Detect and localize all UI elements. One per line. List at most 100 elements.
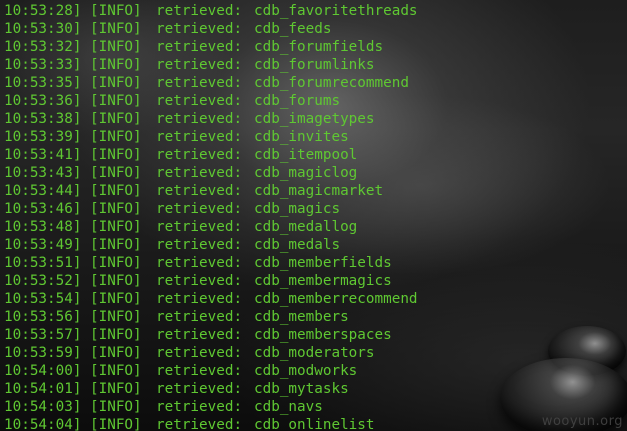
log-level: [INFO] — [90, 111, 142, 127]
log-level: [INFO] — [90, 381, 142, 397]
log-line: 10:54:01] [INFO] retrieved: cdb_mytasks — [4, 380, 418, 398]
log-timestamp: 10:53:30] — [4, 21, 82, 37]
log-line: 10:53:28] [INFO] retrieved: cdb_favoritethr… — [4, 2, 418, 20]
log-table-name: cdb_members — [254, 309, 349, 325]
log-level: [INFO] — [90, 417, 142, 431]
log-timestamp: 10:53:43] — [4, 165, 82, 181]
log-timestamp: 10:53:57] — [4, 327, 82, 343]
log-line: 10:53:41] [INFO] retrieved: cdb_itempool — [4, 146, 418, 164]
log-line: 10:53:52] [INFO] retrieved: cdb_membermagic… — [4, 272, 418, 290]
log-line: 10:54:03] [INFO] retrieved: cdb_navs — [4, 398, 418, 416]
log-verb: retrieved: — [156, 291, 243, 307]
log-verb: retrieved: — [156, 309, 243, 325]
log-table-name: cdb_magics — [254, 201, 341, 217]
log-timestamp: 10:53:36] — [4, 93, 82, 109]
log-timestamp: 10:53:41] — [4, 147, 82, 163]
log-line: 10:54:04] [INFO] retrieved: cdb_onlinelist — [4, 416, 418, 431]
log-table-name: cdb_magicmarket — [254, 183, 384, 199]
log-line: 10:53:44] [INFO] retrieved: cdb_magicmarket — [4, 182, 418, 200]
log-table-name: cdb_mytasks — [254, 381, 349, 397]
log-line: 10:53:51] [INFO] retrieved: cdb_memberfield… — [4, 254, 418, 272]
log-verb: retrieved: — [156, 183, 243, 199]
log-timestamp: 10:53:59] — [4, 345, 82, 361]
log-verb: retrieved: — [156, 219, 243, 235]
log-line: 10:53:38] [INFO] retrieved: cdb_imagetypes — [4, 110, 418, 128]
log-verb: retrieved: — [156, 111, 243, 127]
log-timestamp: 10:53:46] — [4, 201, 82, 217]
log-timestamp: 10:53:52] — [4, 273, 82, 289]
log-level: [INFO] — [90, 291, 142, 307]
log-table-name: cdb_itempool — [254, 147, 358, 163]
log-table-name: cdb_forumrecommend — [254, 75, 409, 91]
log-level: [INFO] — [90, 399, 142, 415]
log-line: 10:53:32] [INFO] retrieved: cdb_forumfields — [4, 38, 418, 56]
log-line: 10:53:43] [INFO] retrieved: cdb_magiclog — [4, 164, 418, 182]
log-line: 10:53:57] [INFO] retrieved: cdb_memberspace… — [4, 326, 418, 344]
log-table-name: cdb_invites — [254, 129, 349, 145]
log-table-name: cdb_imagetypes — [254, 111, 375, 127]
log-verb: retrieved: — [156, 39, 243, 55]
log-table-name: cdb_memberspaces — [254, 327, 392, 343]
log-table-name: cdb_forumfields — [254, 39, 384, 55]
log-line: 10:53:35] [INFO] retrieved: cdb_forumrecomm… — [4, 74, 418, 92]
log-verb: retrieved: — [156, 3, 243, 19]
log-output: 10:53:28] [INFO] retrieved: cdb_favoritethr… — [4, 2, 418, 431]
log-line: 10:53:39] [INFO] retrieved: cdb_invites — [4, 128, 418, 146]
log-timestamp: 10:53:44] — [4, 183, 82, 199]
log-level: [INFO] — [90, 93, 142, 109]
log-verb: retrieved: — [156, 21, 243, 37]
log-verb: retrieved: — [156, 381, 243, 397]
log-line: 10:53:48] [INFO] retrieved: cdb_medallog — [4, 218, 418, 236]
log-verb: retrieved: — [156, 255, 243, 271]
log-table-name: cdb_memberrecommend — [254, 291, 418, 307]
log-line: 10:53:36] [INFO] retrieved: cdb_forums — [4, 92, 418, 110]
log-timestamp: 10:54:01] — [4, 381, 82, 397]
watermark: wooyun.org — [541, 414, 623, 429]
log-table-name: cdb_memberfields — [254, 255, 392, 271]
log-level: [INFO] — [90, 165, 142, 181]
log-verb: retrieved: — [156, 345, 243, 361]
log-level: [INFO] — [90, 21, 142, 37]
log-line: 10:54:00] [INFO] retrieved: cdb_modworks — [4, 362, 418, 380]
log-timestamp: 10:53:33] — [4, 57, 82, 73]
log-level: [INFO] — [90, 75, 142, 91]
log-level: [INFO] — [90, 345, 142, 361]
log-verb: retrieved: — [156, 417, 243, 431]
log-timestamp: 10:53:28] — [4, 3, 82, 19]
log-level: [INFO] — [90, 183, 142, 199]
log-level: [INFO] — [90, 3, 142, 19]
log-timestamp: 10:53:32] — [4, 39, 82, 55]
log-table-name: cdb_forumlinks — [254, 57, 375, 73]
log-table-name: cdb_moderators — [254, 345, 375, 361]
log-timestamp: 10:53:49] — [4, 237, 82, 253]
log-level: [INFO] — [90, 129, 142, 145]
log-table-name: cdb_medallog — [254, 219, 358, 235]
log-table-name: cdb_forums — [254, 93, 341, 109]
log-table-name: cdb_membermagics — [254, 273, 392, 289]
log-verb: retrieved: — [156, 165, 243, 181]
log-verb: retrieved: — [156, 237, 243, 253]
terminal-window[interactable]: 10:53:28] [INFO] retrieved: cdb_favoritethr… — [0, 0, 627, 431]
log-table-name: cdb_modworks — [254, 363, 358, 379]
log-table-name: cdb_medals — [254, 237, 341, 253]
log-verb: retrieved: — [156, 201, 243, 217]
log-timestamp: 10:54:03] — [4, 399, 82, 415]
log-level: [INFO] — [90, 201, 142, 217]
log-level: [INFO] — [90, 57, 142, 73]
log-timestamp: 10:53:51] — [4, 255, 82, 271]
log-timestamp: 10:53:48] — [4, 219, 82, 235]
log-verb: retrieved: — [156, 75, 243, 91]
log-timestamp: 10:54:00] — [4, 363, 82, 379]
log-timestamp: 10:54:04] — [4, 417, 82, 431]
log-line: 10:53:56] [INFO] retrieved: cdb_members — [4, 308, 418, 326]
log-level: [INFO] — [90, 273, 142, 289]
log-line: 10:53:33] [INFO] retrieved: cdb_forumlinks — [4, 56, 418, 74]
log-line: 10:53:30] [INFO] retrieved: cdb_feeds — [4, 20, 418, 38]
log-table-name: cdb_onlinelist — [254, 417, 375, 431]
log-line: 10:53:59] [INFO] retrieved: cdb_moderators — [4, 344, 418, 362]
log-timestamp: 10:53:56] — [4, 309, 82, 325]
log-verb: retrieved: — [156, 147, 243, 163]
log-line: 10:53:49] [INFO] retrieved: cdb_medals — [4, 236, 418, 254]
log-table-name: cdb_feeds — [254, 21, 332, 37]
log-verb: retrieved: — [156, 363, 243, 379]
